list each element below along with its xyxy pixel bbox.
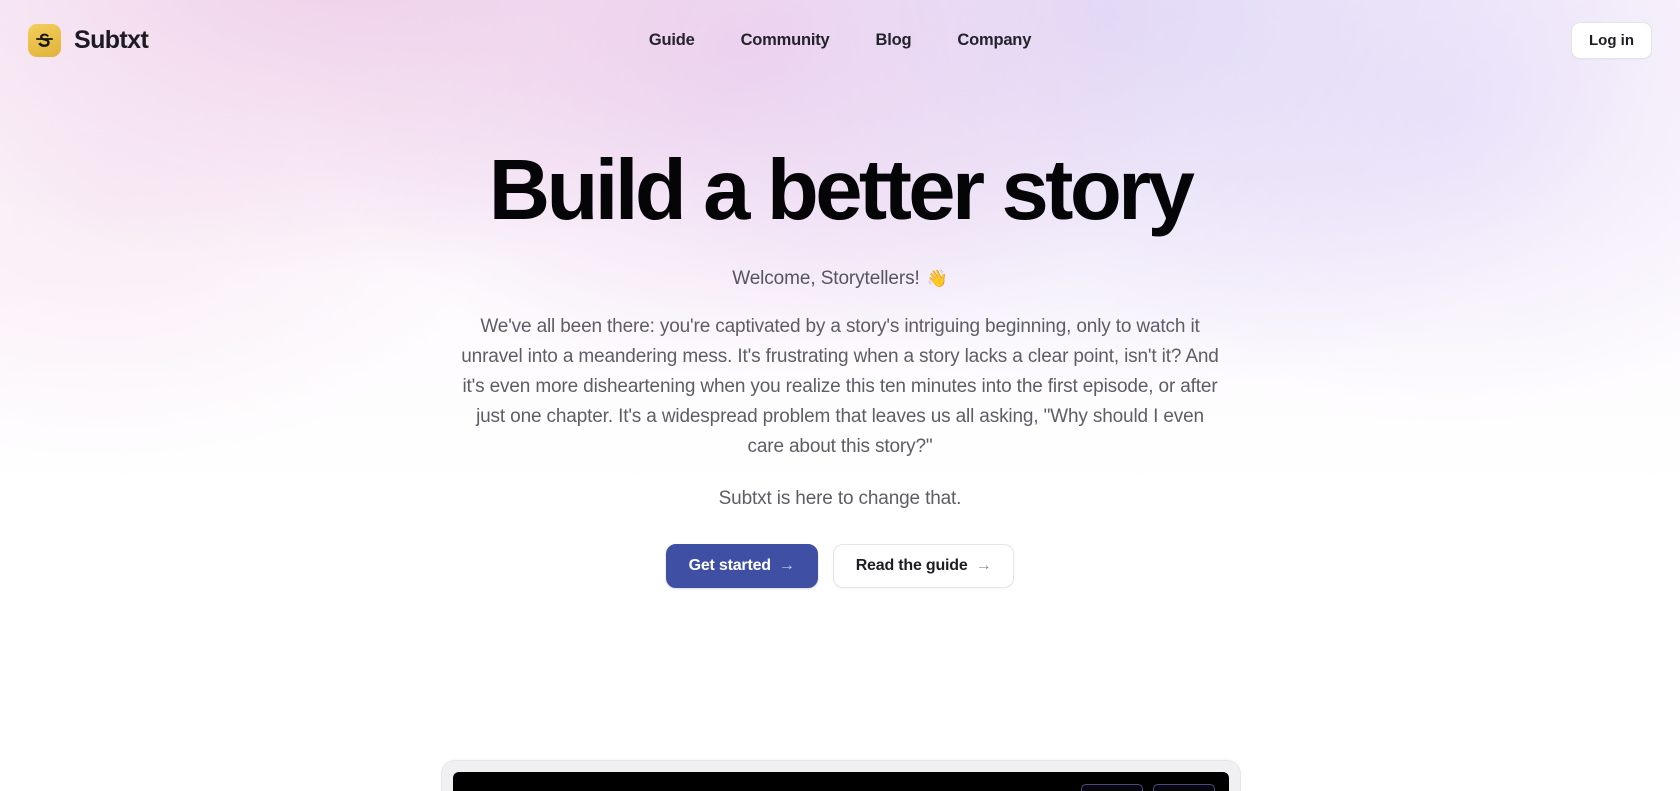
nav-item-community[interactable]: Community: [741, 31, 830, 50]
get-started-button[interactable]: Get started →: [665, 543, 818, 588]
nav-item-company[interactable]: Company: [957, 31, 1031, 50]
header-actions: Log in: [1571, 21, 1652, 59]
login-button[interactable]: Log in: [1571, 21, 1652, 59]
page-title: Build a better story: [488, 143, 1195, 238]
preview-chip-one[interactable]: [1081, 784, 1143, 791]
waving-hand-icon: 👋: [926, 268, 948, 288]
hero-tagline: Subtxt is here to change that.: [718, 487, 962, 509]
site-header: Subtxt Guide Community Blog Company Log …: [0, 0, 1680, 80]
hero-welcome-text: Welcome, Storytellers!: [732, 267, 920, 289]
brand-logo-link[interactable]: Subtxt: [28, 23, 149, 57]
arrow-right-icon: →: [975, 556, 992, 574]
primary-navigation: Guide Community Blog Company: [0, 31, 1680, 50]
hero-body-text: We've all been there: you're captivated …: [461, 315, 1219, 457]
product-preview-screen: [453, 772, 1229, 791]
arrow-right-icon: →: [778, 556, 795, 574]
hero-cta-row: Get started → Read the guide →: [665, 543, 1015, 588]
read-the-guide-button[interactable]: Read the guide →: [832, 543, 1015, 588]
preview-chip-two[interactable]: [1153, 784, 1215, 791]
get-started-label: Get started: [688, 556, 771, 574]
read-the-guide-label: Read the guide: [855, 556, 968, 574]
nav-item-guide[interactable]: Guide: [649, 31, 695, 50]
nav-item-blog[interactable]: Blog: [876, 31, 912, 50]
hero-section: Build a better story Welcome, Storytelle…: [0, 80, 1680, 588]
preview-toolbar: [1081, 784, 1215, 791]
hero-welcome-line: Welcome, Storytellers! 👋: [732, 268, 948, 290]
brand-name: Subtxt: [74, 25, 149, 54]
landing-page: Subtxt Guide Community Blog Company Log …: [0, 0, 1680, 791]
product-preview-card[interactable]: [441, 760, 1241, 791]
subtxt-s-mark-icon: [28, 23, 61, 57]
